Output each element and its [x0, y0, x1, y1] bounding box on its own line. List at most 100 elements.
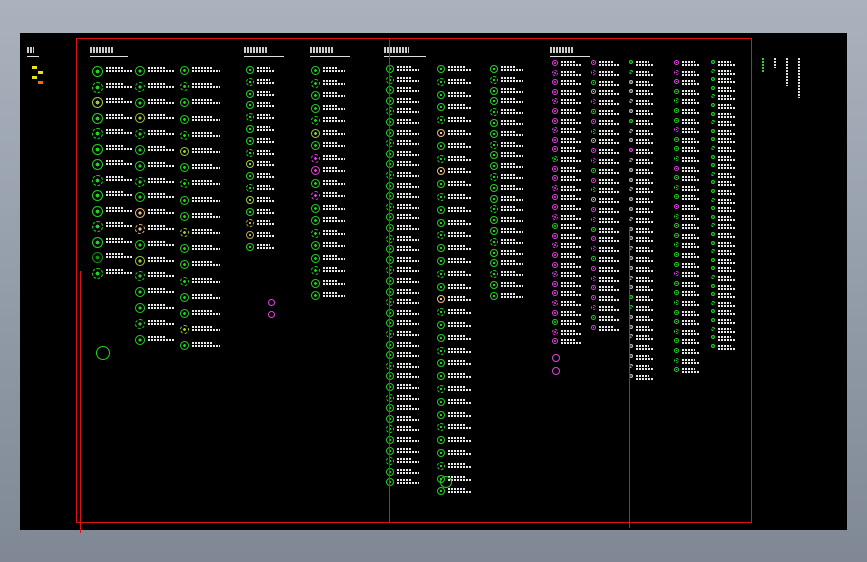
plant-symbol[interactable]: [591, 275, 596, 281]
drawing-canvas[interactable]: [20, 33, 847, 533]
plant-symbol[interactable]: [386, 202, 394, 211]
plant-symbol[interactable]: [437, 141, 445, 150]
plant-symbol[interactable]: [96, 346, 110, 360]
plant-symbol[interactable]: [246, 89, 254, 98]
plant-symbol[interactable]: [674, 232, 679, 238]
plant-symbol[interactable]: [711, 300, 715, 305]
plant-symbol[interactable]: [92, 128, 103, 139]
plant-symbol[interactable]: [591, 79, 596, 85]
plant-symbol[interactable]: [490, 119, 498, 127]
plant-symbol[interactable]: [180, 147, 189, 156]
plant-symbol[interactable]: [674, 261, 679, 267]
plant-symbol[interactable]: [437, 269, 445, 278]
plant-symbol[interactable]: [629, 167, 633, 172]
plant-symbol[interactable]: [629, 177, 633, 182]
plant-symbol[interactable]: [268, 311, 275, 318]
plant-symbol[interactable]: [386, 75, 394, 84]
plant-symbol[interactable]: [591, 216, 596, 222]
plant-symbol[interactable]: [552, 69, 558, 76]
plant-symbol[interactable]: [674, 348, 679, 353]
plant-symbol[interactable]: [437, 205, 445, 214]
plant-symbol[interactable]: [591, 167, 596, 173]
plant-symbol[interactable]: [135, 97, 145, 108]
plant-symbol[interactable]: [674, 300, 679, 305]
plant-symbol[interactable]: [591, 226, 596, 232]
plant-symbol[interactable]: [135, 255, 145, 266]
plant-symbol[interactable]: [92, 221, 103, 232]
plant-symbol[interactable]: [490, 281, 498, 289]
plant-symbol[interactable]: [711, 189, 715, 193]
plant-symbol[interactable]: [135, 334, 145, 345]
plant-symbol[interactable]: [711, 197, 715, 202]
plant-symbol[interactable]: [629, 60, 633, 64]
plant-symbol[interactable]: [180, 292, 189, 302]
plant-symbol[interactable]: [552, 367, 560, 375]
plant-symbol[interactable]: [552, 280, 558, 287]
plant-symbol[interactable]: [180, 276, 189, 286]
plant-symbol[interactable]: [180, 66, 189, 75]
plant-symbol[interactable]: [440, 476, 452, 488]
plant-symbol[interactable]: [490, 237, 498, 246]
plant-symbol[interactable]: [591, 118, 596, 124]
plant-symbol[interactable]: [674, 165, 679, 171]
plant-symbol[interactable]: [591, 314, 596, 320]
plant-symbol[interactable]: [711, 275, 715, 279]
plant-symbol[interactable]: [591, 305, 596, 310]
plant-symbol[interactable]: [311, 116, 320, 125]
plant-symbol[interactable]: [386, 436, 394, 444]
plant-symbol[interactable]: [629, 109, 633, 113]
plant-symbol[interactable]: [552, 184, 558, 191]
plant-symbol[interactable]: [490, 248, 498, 257]
plant-symbol[interactable]: [437, 193, 445, 201]
plant-symbol[interactable]: [711, 232, 715, 236]
plant-symbol[interactable]: [711, 318, 715, 322]
plant-symbol[interactable]: [552, 261, 558, 268]
plant-symbol[interactable]: [246, 136, 254, 145]
plant-symbol[interactable]: [386, 65, 394, 73]
plant-symbol[interactable]: [311, 141, 320, 150]
plant-symbol[interactable]: [552, 213, 558, 220]
plant-symbol[interactable]: [246, 77, 254, 86]
plant-symbol[interactable]: [674, 117, 679, 123]
plant-symbol[interactable]: [674, 357, 679, 363]
plant-symbol[interactable]: [490, 140, 498, 149]
plant-symbol[interactable]: [490, 75, 498, 84]
plant-symbol[interactable]: [591, 109, 596, 114]
plant-symbol[interactable]: [629, 207, 633, 211]
plant-symbol[interactable]: [386, 224, 394, 232]
plant-symbol[interactable]: [674, 252, 679, 257]
plant-symbol[interactable]: [135, 176, 145, 187]
plant-symbol[interactable]: [180, 195, 189, 205]
plant-symbol[interactable]: [386, 340, 394, 349]
plant-symbol[interactable]: [92, 267, 103, 279]
plant-symbol[interactable]: [386, 234, 394, 243]
plant-symbol[interactable]: [591, 158, 596, 163]
plant-symbol[interactable]: [629, 128, 633, 133]
plant-symbol[interactable]: [311, 153, 320, 163]
plant-symbol[interactable]: [386, 128, 394, 137]
plant-symbol[interactable]: [92, 81, 103, 93]
plant-symbol[interactable]: [246, 148, 254, 157]
plant-symbol[interactable]: [180, 130, 189, 140]
plant-symbol[interactable]: [629, 216, 633, 221]
plant-symbol[interactable]: [591, 256, 596, 261]
plant-symbol[interactable]: [674, 309, 679, 315]
plant-symbol[interactable]: [591, 207, 596, 212]
plant-symbol[interactable]: [386, 393, 394, 402]
plant-symbol[interactable]: [711, 60, 715, 64]
plant-symbol[interactable]: [629, 69, 633, 74]
plant-symbol[interactable]: [437, 385, 445, 393]
plant-symbol[interactable]: [490, 227, 498, 235]
plant-symbol[interactable]: [311, 241, 320, 250]
plant-symbol[interactable]: [437, 449, 445, 457]
plant-symbol[interactable]: [92, 205, 103, 217]
plant-symbol[interactable]: [386, 181, 394, 190]
plant-symbol[interactable]: [386, 255, 394, 264]
plant-symbol[interactable]: [490, 183, 498, 192]
plant-symbol[interactable]: [711, 283, 715, 288]
plant-symbol[interactable]: [490, 65, 498, 73]
plant-symbol[interactable]: [311, 216, 320, 225]
plant-symbol[interactable]: [386, 118, 394, 126]
plant-symbol[interactable]: [386, 414, 394, 423]
plant-symbol[interactable]: [386, 383, 394, 391]
